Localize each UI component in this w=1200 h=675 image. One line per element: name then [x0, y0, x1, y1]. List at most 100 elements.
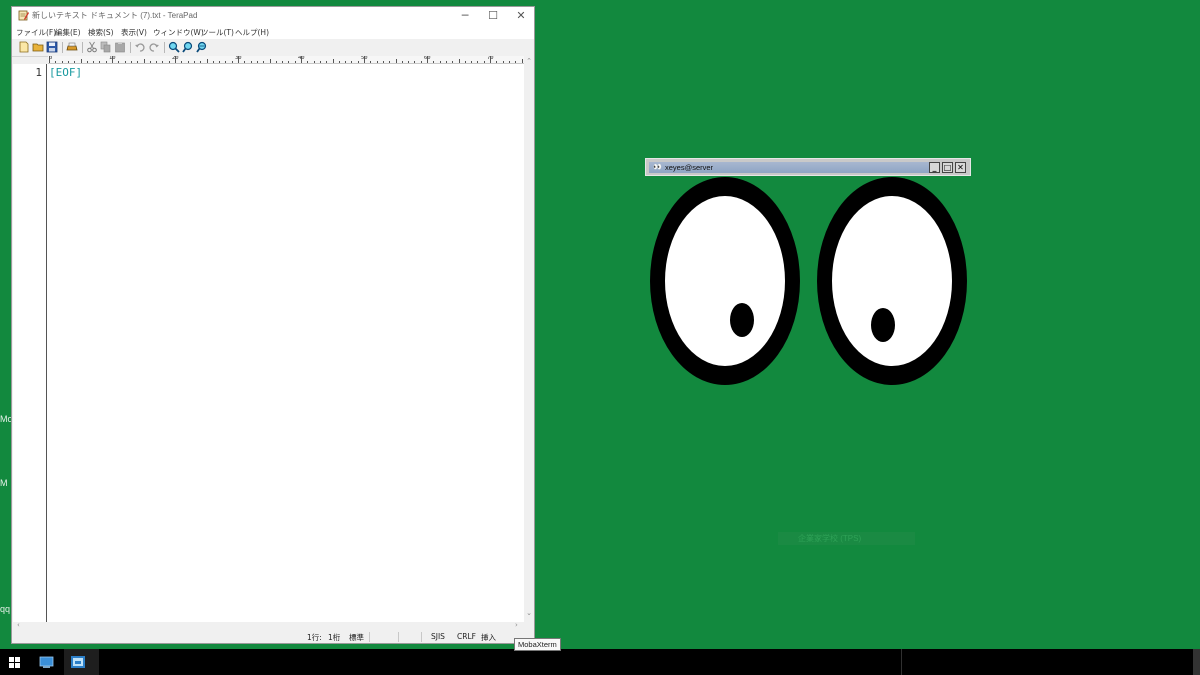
xeyes-window[interactable]: 👀 xeyes@server _ □ ✕: [645, 158, 971, 176]
ruler-tick: [250, 61, 252, 63]
ruler-tick: [458, 59, 460, 63]
ruler-tick: [49, 56, 50, 63]
ruler-tick: [162, 61, 164, 63]
ruler-tick: [370, 61, 372, 63]
find-prev-icon[interactable]: [196, 41, 208, 53]
ruler-tick: [200, 61, 202, 63]
ruler-tick: [420, 61, 422, 63]
scroll-right-icon[interactable]: ›: [515, 621, 518, 629]
ruler-tick: [490, 56, 491, 63]
ruler-tick: [401, 61, 403, 63]
ruler-tick: [212, 61, 214, 63]
save-icon[interactable]: [46, 41, 58, 53]
ruler-tick: [244, 61, 246, 63]
ruler-tick: [357, 61, 359, 63]
terapad-app-icon: [18, 10, 29, 21]
ruler-tick: [307, 61, 309, 63]
desktop-label-3: qq: [0, 604, 11, 614]
menu-window[interactable]: ウィンドウ(W): [153, 27, 204, 38]
find-icon[interactable]: [168, 41, 180, 53]
minimize-button[interactable]: ─: [451, 7, 479, 25]
vertical-scrollbar[interactable]: ⌃ ⌄: [524, 56, 534, 622]
taskbar: [0, 649, 1200, 675]
ruler-tick: [445, 61, 447, 63]
xeyes-title-bar[interactable]: 👀 xeyes@server: [649, 162, 929, 173]
horizontal-scrollbar[interactable]: ‹ ›: [13, 621, 524, 631]
ruler-tick: [118, 61, 120, 63]
show-desktop-button[interactable]: [1193, 649, 1200, 675]
ruler-tick: [345, 61, 347, 63]
cut-icon[interactable]: [86, 41, 98, 53]
print-icon[interactable]: [66, 41, 78, 53]
ruler-tick: [238, 56, 239, 63]
ruler-tick: [181, 61, 183, 63]
desktop-label-2: M: [0, 478, 8, 488]
redo-icon[interactable]: [148, 41, 160, 53]
menu-edit[interactable]: 編集(E): [55, 27, 81, 38]
ruler-tick: [225, 61, 227, 63]
status-separator: [369, 632, 370, 642]
menu-tools[interactable]: ツール(T): [201, 27, 234, 38]
ruler-tick: [439, 61, 441, 63]
menu-file[interactable]: ファイル(F): [16, 27, 56, 38]
menu-search[interactable]: 検索(S): [88, 27, 114, 38]
ruler-tick: [502, 61, 504, 63]
left-pupil: [730, 303, 754, 337]
ruler-tick: [433, 61, 435, 63]
ruler-tick: [477, 61, 479, 63]
ruler-tick: [508, 61, 510, 63]
ruler-tick: [187, 61, 189, 63]
status-line: 1行:: [307, 633, 322, 642]
status-column: 1桁: [328, 633, 341, 642]
title-bar[interactable]: 新しいテキスト ドキュメント (7).txt - TeraPad ─ ☐ ✕: [12, 7, 534, 25]
new-icon[interactable]: [18, 41, 30, 53]
ruler-tick: [105, 61, 107, 63]
find-next-icon[interactable]: [182, 41, 194, 53]
close-button[interactable]: ✕: [507, 7, 535, 25]
ruler-tick: [99, 61, 101, 63]
menu-view[interactable]: 表示(V): [121, 27, 147, 38]
xeyes-maximize-button[interactable]: □: [942, 162, 953, 173]
scroll-up-icon[interactable]: ⌃: [525, 57, 533, 65]
ruler-tick: [288, 61, 290, 63]
ruler-tick: [93, 61, 95, 63]
ruler-tick: [364, 56, 365, 63]
ruler-tick: [515, 61, 517, 63]
open-icon[interactable]: [32, 41, 44, 53]
copy-icon[interactable]: [100, 41, 112, 53]
ruler-tick: [338, 61, 340, 63]
taskbar-app-icon[interactable]: [39, 655, 54, 669]
right-eye-white: [832, 196, 952, 366]
ruler-tick: [219, 61, 221, 63]
scroll-down-icon[interactable]: ⌄: [525, 609, 533, 617]
maximize-button[interactable]: ☐: [479, 7, 507, 25]
ruler-tick: [326, 61, 328, 63]
menu-help[interactable]: ヘルプ(H): [235, 27, 269, 38]
ruler-tick: [206, 59, 208, 63]
ruler-tick: [61, 61, 63, 63]
xeyes-close-button[interactable]: ✕: [955, 162, 966, 173]
right-pupil: [871, 308, 895, 342]
toolbar-separator: [130, 42, 131, 53]
paste-icon[interactable]: [114, 41, 126, 53]
undo-icon[interactable]: [134, 41, 146, 53]
ruler-tick: [112, 56, 113, 63]
ruler-tick: [294, 61, 296, 63]
ruler-tick: [193, 61, 195, 63]
taskbar-mobaxterm-button[interactable]: [64, 649, 99, 675]
scroll-left-icon[interactable]: ‹: [17, 621, 20, 629]
taskbar-tooltip: MobaXterm: [514, 638, 561, 651]
ruler-tick: [408, 61, 410, 63]
windows-start-icon[interactable]: [9, 657, 20, 668]
ruler-tick: [80, 59, 82, 63]
editor-area[interactable]: [EOF]: [47, 64, 524, 622]
terapad-window[interactable]: 新しいテキスト ドキュメント (7).txt - TeraPad ─ ☐ ✕ フ…: [11, 6, 535, 644]
xeyes-canvas: [650, 177, 967, 385]
ruler-tick: [301, 56, 302, 63]
ruler-tick: [483, 61, 485, 63]
status-separator: [398, 632, 399, 642]
mobaxterm-icon: [71, 656, 85, 668]
ruler-tick: [275, 61, 277, 63]
ruler-tick: [256, 61, 258, 63]
xeyes-minimize-button[interactable]: _: [929, 162, 940, 173]
